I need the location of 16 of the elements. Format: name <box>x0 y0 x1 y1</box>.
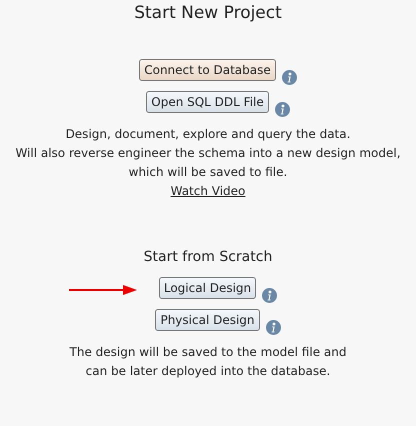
action-button[interactable]: Connect to Database <box>139 59 276 81</box>
description-text: which will be saved to file. <box>128 164 288 181</box>
page-title: Start New Project <box>134 3 282 23</box>
info-icon[interactable] <box>266 320 281 335</box>
action-button[interactable]: Open SQL DDL File <box>146 91 269 113</box>
info-icon[interactable] <box>262 288 278 303</box>
info-icon[interactable] <box>282 70 297 85</box>
section-heading: Start from Scratch <box>144 249 272 265</box>
action-button[interactable]: Logical Design <box>158 277 256 299</box>
description-text: Design, document, explore and query the data. <box>66 126 350 143</box>
action-button[interactable]: Physical Design <box>155 309 260 331</box>
description-text: The design will be saved to the model file and <box>70 344 346 361</box>
info-icon[interactable] <box>274 102 290 117</box>
description-text: Will also reverse engineer the schema into a new design model, <box>15 145 401 162</box>
watch-video-link[interactable]: Watch Video <box>170 182 246 201</box>
description-text: can be later deployed into the database. <box>86 363 330 380</box>
